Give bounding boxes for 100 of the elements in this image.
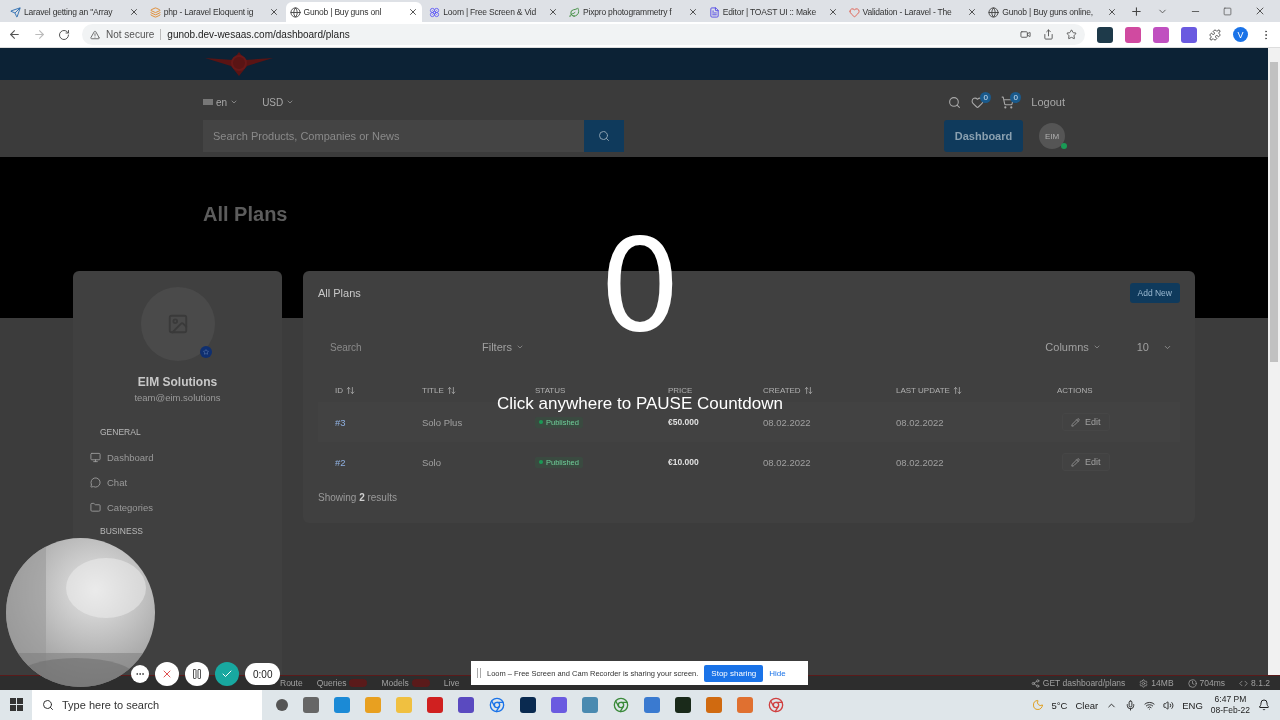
notification-icon[interactable] bbox=[1258, 699, 1270, 711]
share-icon[interactable] bbox=[1043, 29, 1054, 40]
camera-icon[interactable] bbox=[1020, 29, 1031, 40]
count-badge bbox=[349, 679, 368, 687]
chrome-icon[interactable] bbox=[613, 697, 629, 713]
browser-tab[interactable]: Gunob | Buy guns online, bbox=[984, 2, 1122, 22]
edit-button[interactable]: Edit bbox=[1062, 413, 1110, 431]
code-icon bbox=[1239, 678, 1249, 688]
windows-icon[interactable] bbox=[10, 698, 24, 712]
page-title: All Plans bbox=[203, 202, 289, 226]
extension-icon[interactable] bbox=[1097, 26, 1113, 43]
close-icon[interactable] bbox=[268, 7, 279, 17]
reload-icon[interactable] bbox=[58, 28, 70, 41]
browser-tab[interactable]: php - Laravel Eloquent ig bbox=[145, 2, 283, 22]
puzzle-icon[interactable] bbox=[1209, 28, 1221, 41]
drag-handle-icon[interactable] bbox=[477, 668, 481, 678]
browser-tab[interactable]: Loom | Free Screen & Vid bbox=[425, 2, 563, 22]
close-icon[interactable] bbox=[548, 7, 559, 17]
editor-icon bbox=[708, 6, 720, 18]
heart-icon[interactable] bbox=[971, 95, 985, 109]
app-icon[interactable] bbox=[675, 697, 691, 713]
count-badge: 0 bbox=[980, 91, 992, 103]
close-icon[interactable] bbox=[1107, 7, 1118, 17]
new-tab-icon[interactable] bbox=[1130, 5, 1143, 18]
column-header[interactable]: LAST UPDATE bbox=[896, 385, 962, 395]
close-icon[interactable] bbox=[408, 7, 419, 17]
pencil-icon bbox=[1071, 457, 1080, 467]
volume-icon[interactable] bbox=[1163, 699, 1175, 711]
settings-icon bbox=[1139, 678, 1149, 688]
heart-icon bbox=[848, 6, 860, 18]
scrollbar-thumb[interactable] bbox=[1270, 62, 1278, 362]
language-indicator[interactable]: ENG bbox=[1182, 699, 1203, 711]
search-icon[interactable] bbox=[948, 95, 962, 109]
chrome-icon[interactable] bbox=[489, 697, 505, 713]
plan-id-link[interactable]: #3 bbox=[335, 416, 422, 428]
stop-sharing-button[interactable]: Stop sharing bbox=[704, 664, 764, 682]
dashboard-button[interactable]: Dashboard bbox=[944, 120, 1023, 152]
browser-tab[interactable]: Gunob | Buy guns onl bbox=[285, 2, 423, 22]
profile-avatar[interactable]: V bbox=[1233, 27, 1248, 42]
close-icon[interactable] bbox=[687, 7, 698, 17]
microphone-icon[interactable] bbox=[1125, 699, 1137, 711]
monitor-icon bbox=[90, 452, 101, 463]
sidebar-item[interactable]: Dashboard bbox=[90, 445, 265, 470]
search-field[interactable]: Search bbox=[318, 341, 482, 353]
star-icon[interactable] bbox=[1066, 29, 1077, 40]
add-new-button[interactable]: Add New bbox=[1129, 283, 1180, 303]
close-icon[interactable] bbox=[128, 7, 139, 17]
table-cell-text: 08.02.2022 bbox=[896, 456, 945, 468]
logout-link[interactable]: Logout bbox=[1031, 96, 1065, 108]
plan-id-link[interactable]: #2 bbox=[335, 456, 422, 468]
search-icon bbox=[598, 130, 610, 142]
column-header[interactable]: TITLE bbox=[422, 385, 456, 395]
section-heading: GENERAL bbox=[99, 427, 142, 437]
online-dot bbox=[1061, 143, 1067, 149]
debug-stat: GET dashboard/plans bbox=[1030, 678, 1126, 688]
cart-icon[interactable] bbox=[1001, 95, 1015, 109]
debug-tab[interactable]: Route bbox=[280, 678, 303, 688]
browser-tab[interactable]: Validation - Laravel - The bbox=[844, 2, 982, 22]
chrome-icon[interactable] bbox=[768, 697, 784, 713]
pause-icon bbox=[191, 668, 203, 680]
debug-tab[interactable]: Queries bbox=[316, 678, 368, 688]
debug-tab[interactable]: Live bbox=[443, 678, 460, 688]
sidebar-item[interactable]: Categories bbox=[90, 495, 265, 520]
browser-tab[interactable]: Editor | TOAST UI :: Make bbox=[704, 2, 842, 22]
column-header: STATUS bbox=[535, 385, 566, 395]
browser-tab[interactable]: Pixpro photogrammetry f bbox=[565, 2, 702, 22]
taskbar-search-field[interactable]: Type here to search bbox=[32, 690, 262, 720]
url-text[interactable]: gunob.dev-wesaas.com/dashboard/plans bbox=[167, 29, 350, 40]
recording-timer: 0:00 bbox=[245, 663, 281, 685]
language-select[interactable]: en bbox=[203, 96, 239, 108]
debug-tab[interactable]: Models bbox=[381, 678, 430, 688]
column-header[interactable]: CREATED bbox=[763, 385, 813, 395]
page-size-select[interactable]: 10 bbox=[1136, 341, 1172, 353]
close-icon[interactable] bbox=[967, 7, 978, 17]
column-header[interactable]: ID bbox=[335, 385, 355, 395]
back-icon[interactable] bbox=[8, 28, 21, 41]
temperature-text: 5°C bbox=[1051, 699, 1068, 711]
tab-title: Pixpro photogrammetry f bbox=[583, 7, 673, 17]
cortana-icon[interactable] bbox=[276, 699, 288, 711]
extension-icon[interactable] bbox=[1181, 26, 1197, 43]
close-icon[interactable] bbox=[827, 7, 838, 17]
filters-dropdown[interactable]: Filters bbox=[482, 341, 524, 353]
search-field[interactable]: Search Products, Companies or News bbox=[203, 120, 584, 152]
hide-link[interactable]: Hide bbox=[769, 668, 786, 678]
photoshop-icon[interactable] bbox=[520, 697, 536, 713]
edit-button[interactable]: Edit bbox=[1062, 453, 1110, 471]
tab-title: Gunob | Buy guns onl bbox=[303, 7, 383, 17]
browser-tab[interactable]: Laravel getting an "Array bbox=[6, 2, 143, 22]
clock[interactable]: 6:47 PM 08-Feb-22 bbox=[1210, 694, 1250, 716]
flag-icon bbox=[203, 99, 213, 105]
table-cell-text: 08.02.2022 bbox=[896, 416, 945, 428]
close-icon[interactable] bbox=[1254, 5, 1266, 17]
sidebar-item[interactable]: Chat bbox=[90, 470, 265, 495]
maximize-icon[interactable] bbox=[1223, 6, 1232, 16]
user-avatar[interactable]: EIM bbox=[1039, 123, 1065, 149]
countdown-number: 0 bbox=[599, 222, 681, 350]
currency-select[interactable]: USD bbox=[262, 96, 295, 108]
columns-dropdown[interactable]: Columns bbox=[1045, 341, 1101, 353]
network-icon[interactable] bbox=[1144, 699, 1156, 711]
sort-icon bbox=[346, 385, 355, 395]
